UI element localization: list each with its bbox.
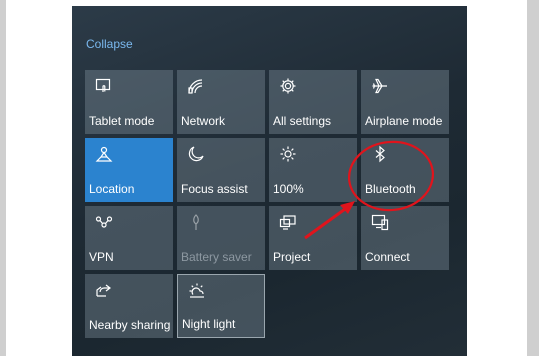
tile-label: Nearby sharing: [89, 318, 171, 332]
tile-label: Project: [273, 250, 311, 264]
tile-label: Airplane mode: [365, 114, 443, 128]
tile-project[interactable]: Project: [269, 206, 357, 270]
battery-saver-icon: [187, 213, 205, 231]
tile-connect[interactable]: Connect: [361, 206, 449, 270]
tile-label: Night light: [182, 317, 236, 331]
tile-label: Bluetooth: [365, 182, 416, 196]
tile-nearby-sharing[interactable]: Nearby sharing: [85, 274, 173, 338]
tile-network[interactable]: Network: [177, 70, 265, 134]
tile-label: Tablet mode: [89, 114, 155, 128]
brightness-icon: [279, 145, 297, 163]
tile-label: Focus assist: [181, 182, 248, 196]
tile-label: Battery saver: [181, 250, 252, 264]
tile-label: 100%: [273, 182, 304, 196]
collapse-link[interactable]: Collapse: [86, 37, 133, 51]
tile-label: All settings: [273, 114, 332, 128]
tile-brightness[interactable]: 100%: [269, 138, 357, 202]
tile-battery-saver[interactable]: Battery saver: [177, 206, 265, 270]
tablet-mode-icon: [95, 77, 113, 95]
location-icon: [95, 145, 113, 163]
right-gutter: [527, 0, 539, 356]
tile-all-settings[interactable]: All settings: [269, 70, 357, 134]
tile-vpn[interactable]: VPN: [85, 206, 173, 270]
bluetooth-icon: [371, 145, 389, 163]
moon-icon: [187, 145, 205, 163]
network-icon: [187, 77, 205, 95]
tile-location[interactable]: Location: [85, 138, 173, 202]
tile-tablet-mode[interactable]: Tablet mode: [85, 70, 173, 134]
nearby-sharing-icon: [95, 281, 113, 299]
tile-bluetooth[interactable]: Bluetooth: [361, 138, 449, 202]
project-icon: [279, 213, 297, 231]
tile-focus-assist[interactable]: Focus assist: [177, 138, 265, 202]
connect-icon: [371, 213, 389, 231]
gear-icon: [279, 77, 297, 95]
tile-label: Connect: [365, 250, 410, 264]
airplane-icon: [371, 77, 389, 95]
action-center-panel: Collapse Tablet mode Network All setting…: [72, 6, 467, 356]
night-light-icon: [188, 282, 206, 300]
tile-label: Network: [181, 114, 226, 128]
left-gutter: [0, 0, 6, 356]
tile-label: VPN: [89, 250, 114, 264]
tile-airplane-mode[interactable]: Airplane mode: [361, 70, 449, 134]
vpn-icon: [95, 213, 113, 231]
tile-night-light[interactable]: Night light: [177, 274, 265, 338]
tile-label: Location: [89, 182, 135, 196]
